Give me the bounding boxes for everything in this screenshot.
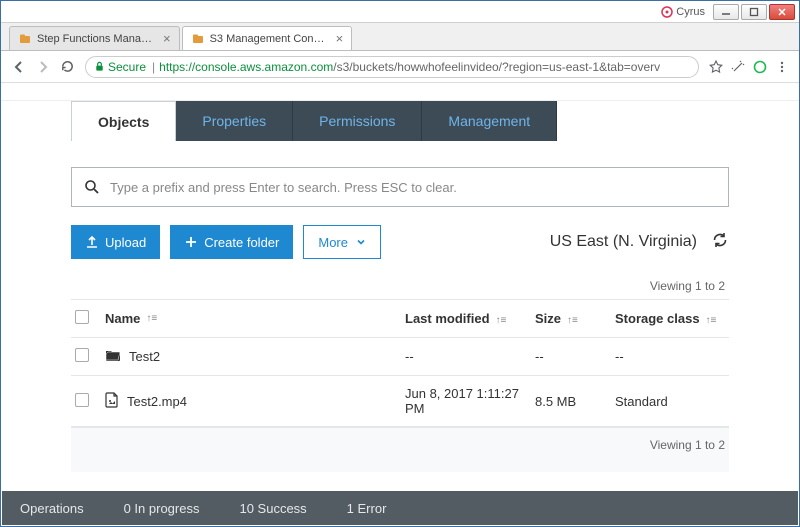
- row-class: --: [615, 349, 725, 364]
- close-tab-icon[interactable]: ×: [336, 31, 344, 46]
- table-row[interactable]: Test2.mp4 Jun 8, 2017 1:11:27 PM 8.5 MB …: [71, 375, 729, 426]
- extension-circle-icon[interactable]: [749, 60, 771, 74]
- row-size: 8.5 MB: [535, 394, 615, 409]
- upload-button[interactable]: Upload: [71, 225, 160, 259]
- sort-icon: ↑≡: [567, 315, 578, 326]
- browser-menu-icon[interactable]: [771, 60, 793, 74]
- window-close-button[interactable]: [769, 4, 795, 20]
- browser-tab-1[interactable]: S3 Management Console ×: [182, 26, 353, 50]
- browser-tab-0[interactable]: Step Functions Managem ×: [9, 26, 180, 50]
- chevron-down-icon: [356, 237, 366, 247]
- row-modified: Jun 8, 2017 1:11:27 PM: [405, 386, 535, 416]
- col-size[interactable]: Size↑≡: [535, 311, 615, 326]
- more-button[interactable]: More: [303, 225, 381, 259]
- row-modified: --: [405, 349, 535, 364]
- tab-management[interactable]: Management: [422, 101, 557, 141]
- col-class[interactable]: Storage class↑≡: [615, 311, 725, 326]
- bookmark-icon[interactable]: [705, 60, 727, 74]
- sort-icon: ↑≡: [496, 315, 507, 326]
- more-label: More: [318, 235, 348, 250]
- address-bar[interactable]: Secure | https://console.aws.amazon.com/…: [85, 56, 699, 78]
- folder-icon: [105, 348, 121, 365]
- tab-properties[interactable]: Properties: [176, 101, 293, 141]
- search-icon: [84, 179, 100, 195]
- viewing-top: Viewing 1 to 2: [71, 273, 729, 299]
- viewing-bottom: Viewing 1 to 2: [71, 427, 729, 472]
- browser-toolbar: Secure | https://console.aws.amazon.com/…: [1, 51, 799, 83]
- upload-label: Upload: [105, 235, 146, 250]
- nav-forward-button[interactable]: [31, 59, 55, 75]
- window-minimize-button[interactable]: [713, 4, 739, 20]
- content-area: Upload Create folder More US East (N. Vi…: [1, 141, 799, 472]
- sort-icon: ↑≡: [146, 313, 157, 324]
- status-success: 10 Success: [239, 501, 306, 516]
- upload-icon: [85, 235, 99, 249]
- nav-back-button[interactable]: [7, 59, 31, 75]
- tab-favicon: [191, 32, 205, 46]
- user-name: Cyrus: [676, 6, 705, 18]
- page-header-strip: [1, 83, 799, 101]
- s3-tab-nav: Objects Properties Permissions Managemen…: [71, 101, 799, 141]
- select-all-checkbox[interactable]: [75, 310, 89, 324]
- tab-title: Step Functions Managem: [37, 33, 157, 45]
- row-class: Standard: [615, 394, 725, 409]
- app-icon: [661, 6, 673, 18]
- col-name[interactable]: Name↑≡: [105, 311, 405, 326]
- file-icon: [105, 392, 119, 411]
- status-operations: Operations: [20, 501, 84, 516]
- region-label: US East (N. Virginia): [550, 233, 697, 251]
- extension-wand-icon[interactable]: [727, 60, 749, 74]
- row-checkbox[interactable]: [75, 348, 89, 362]
- tab-title: S3 Management Console: [210, 33, 330, 45]
- col-modified[interactable]: Last modified↑≡: [405, 311, 535, 326]
- prefix-search[interactable]: [71, 167, 729, 207]
- url-path: /s3/buckets/howwhofeelinvideo/?region=us…: [333, 60, 660, 74]
- browser-tabstrip: Step Functions Managem × S3 Management C…: [1, 23, 799, 51]
- status-bar[interactable]: Operations 0 In progress 10 Success 1 Er…: [2, 491, 798, 525]
- url-host: https://console.aws.amazon.com: [159, 60, 333, 74]
- row-name: Test2.mp4: [127, 394, 187, 409]
- row-name: Test2: [129, 349, 160, 364]
- status-in-progress: 0 In progress: [124, 501, 200, 516]
- tab-objects[interactable]: Objects: [71, 101, 176, 141]
- nav-reload-button[interactable]: [55, 59, 79, 74]
- action-toolbar: Upload Create folder More US East (N. Vi…: [71, 225, 729, 259]
- close-tab-icon[interactable]: ×: [163, 31, 171, 46]
- window-user-label: Cyrus: [661, 6, 705, 18]
- table-header: Name↑≡ Last modified↑≡ Size↑≡ Storage cl…: [71, 299, 729, 337]
- tab-permissions[interactable]: Permissions: [293, 101, 422, 141]
- table-row[interactable]: Test2 -- -- --: [71, 337, 729, 375]
- sort-icon: ↑≡: [706, 315, 717, 326]
- secure-indicator: Secure: [94, 60, 146, 74]
- refresh-button[interactable]: [711, 231, 729, 254]
- lock-icon: [94, 61, 105, 72]
- create-folder-button[interactable]: Create folder: [170, 225, 293, 259]
- row-size: --: [535, 349, 615, 364]
- status-error: 1 Error: [347, 501, 387, 516]
- refresh-icon: [711, 231, 729, 249]
- window-maximize-button[interactable]: [741, 4, 767, 20]
- window-titlebar: Cyrus: [1, 1, 799, 23]
- secure-label: Secure: [108, 60, 146, 74]
- plus-icon: [184, 235, 198, 249]
- create-folder-label: Create folder: [204, 235, 279, 250]
- search-input[interactable]: [110, 180, 716, 195]
- row-checkbox[interactable]: [75, 393, 89, 407]
- tab-favicon: [18, 32, 32, 46]
